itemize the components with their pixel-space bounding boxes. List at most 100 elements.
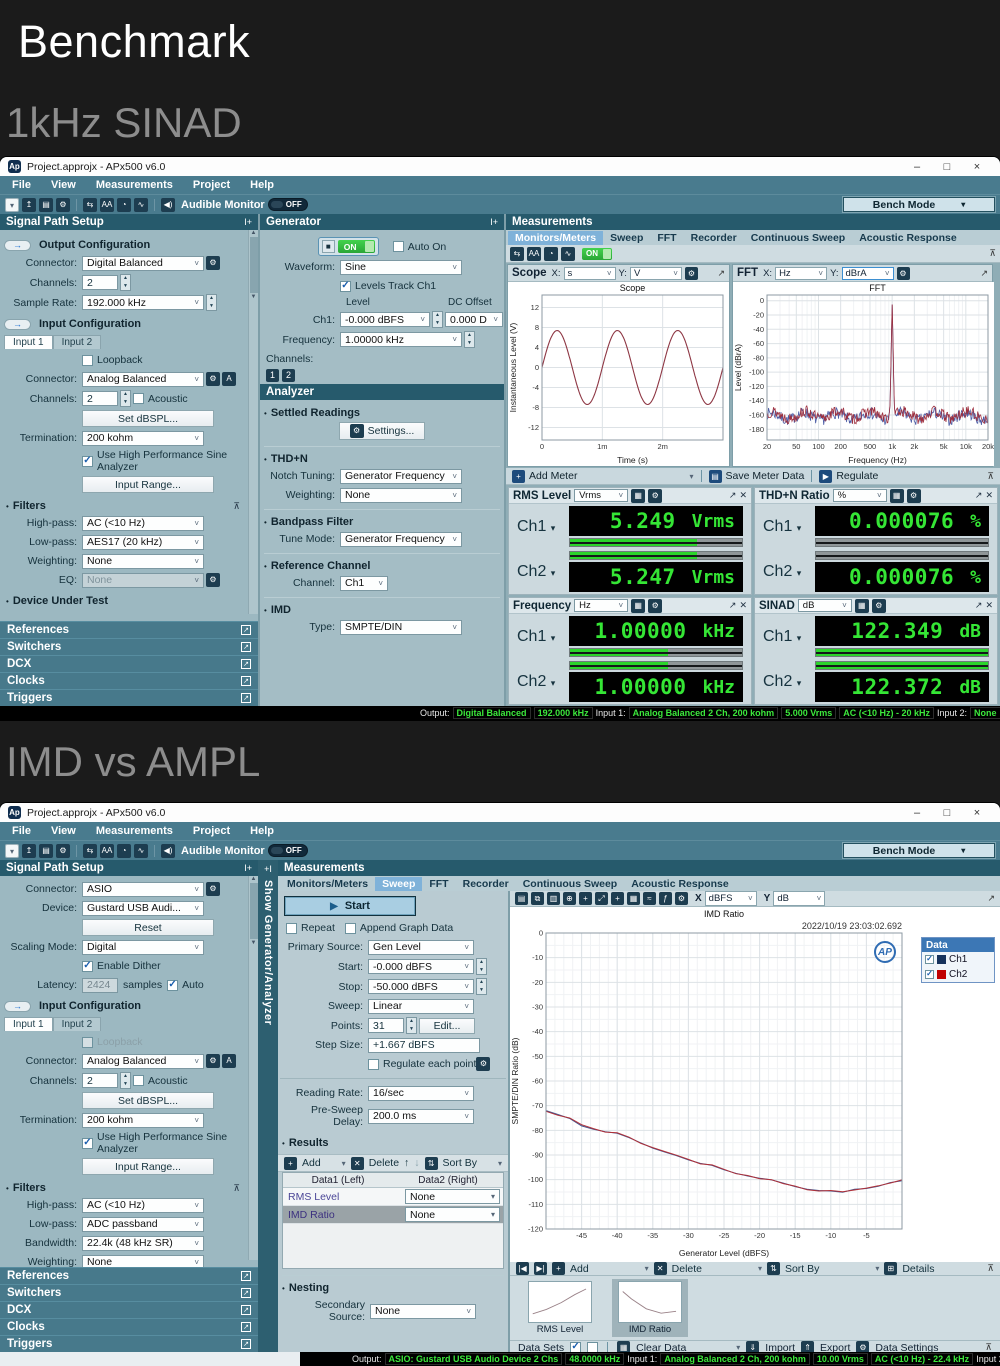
sidebar-section-bar[interactable]: Clocks↗ [0,1318,258,1335]
sidebar-section-bar[interactable]: Clocks↗ [0,672,258,689]
legend-item[interactable]: Ch1 [922,952,994,967]
checkbox-loopback[interactable]: Loopback [82,1036,143,1048]
delete-button[interactable]: Delete [369,1157,399,1169]
menu-item[interactable]: View [51,179,76,191]
meter-display-icon[interactable]: ▦ [631,599,645,613]
sidebar-section-bar[interactable]: DCX↗ [0,1301,258,1318]
pin-icon[interactable]: ⊼ [989,248,996,259]
sort-icon[interactable]: ⇅ [767,1262,780,1275]
edit-button[interactable]: Edit... [419,1018,475,1034]
save-meter-data-button[interactable]: Save Meter Data [726,470,805,482]
result-thumbnail-rms-level[interactable]: RMS Level [522,1279,598,1337]
vertical-scrollbar[interactable]: ▲▼ [248,876,258,1260]
meters-icon[interactable]: AA [527,247,541,261]
gear-icon[interactable]: ⚙ [648,489,662,503]
channels-input[interactable]: 2 [82,391,118,406]
checkbox-regulate-each-point[interactable]: Regulate each point [368,1058,476,1070]
input-tab-input-2[interactable]: Input 2 [53,335,102,349]
gear-icon[interactable]: ⚙ [897,267,910,280]
popout-icon[interactable]: ↗ [241,625,251,635]
measurement-tab[interactable]: Sweep [375,877,422,891]
pin-icon[interactable]: ⊼ [987,1263,994,1274]
sidebar-section-bar[interactable]: References↗ [0,1267,258,1284]
graph-y-unit-select[interactable]: dB˅ [773,891,825,906]
pin-icon[interactable]: Ӏ+ [244,863,252,873]
popout-icon[interactable]: ↗ [241,1322,251,1332]
gear-icon[interactable]: ⚙ [648,599,662,613]
legend-header[interactable]: Data [922,938,994,952]
channels-input[interactable]: 2 [82,275,118,290]
sidebar-section-bar[interactable]: Triggers↗ [0,689,258,706]
meters-icon[interactable]: AA [100,198,114,212]
nav-first-icon[interactable]: |◀ [516,1262,529,1275]
monitors-on-toggle[interactable]: ON [582,248,612,260]
eq-select[interactable]: None˅ [82,573,204,588]
spin-buttons[interactable]: ▲▼ [120,1072,131,1089]
bench-mode-button[interactable]: Bench Mode▾ [843,197,995,212]
checkbox-levels-track-ch1[interactable]: Levels Track Ch1 [340,280,436,292]
autoscale-icon[interactable]: + [611,892,624,905]
pin-icon[interactable]: Ӏ+ [490,217,498,227]
channel-selector[interactable]: Ch1 ▾ [763,518,809,536]
bench-mode-button[interactable]: Bench Mode▾ [843,843,995,858]
connector-select[interactable]: ASIO˅ [82,882,204,897]
save-icon[interactable]: ▤ [39,844,53,858]
maximize-button[interactable]: □ [932,807,962,819]
spin-buttons[interactable]: ▲▼ [120,390,131,407]
checkbox-use-high-performance-sine-analyzer[interactable]: Use High Performance Sine Analyzer [82,449,242,473]
frequency-select[interactable]: 1.00000 kHz˅ [340,332,462,347]
channel-select[interactable]: Ch1˅ [340,576,388,591]
zoom-icon[interactable]: ⊕ [563,892,576,905]
weighting-select[interactable]: None˅ [82,1255,204,1268]
sweep-select[interactable]: Linear˅ [368,999,474,1014]
popout-icon[interactable]: ↗ [241,1271,251,1281]
sidebar-section-bar[interactable]: Switchers↗ [0,638,258,655]
new-file-icon[interactable]: ▾ [5,198,19,212]
scaling-mode-select[interactable]: Digital˅ [82,940,204,955]
fft-y-unit-select[interactable]: dBrA˅ [842,267,894,280]
popout-icon[interactable]: ↗ [729,490,737,501]
checkbox-auto-on[interactable]: Auto On [393,241,447,253]
sidebar-section-bar[interactable]: Switchers↗ [0,1284,258,1301]
input-tab-input-1[interactable]: Input 1 [4,335,53,349]
minimize-button[interactable]: – [902,807,932,819]
popout-icon[interactable]: ↗ [717,268,725,279]
secondary-source-select[interactable]: None˅ [370,1304,476,1319]
close-icon[interactable]: ✕ [985,490,993,501]
checkbox-acoustic[interactable]: Acoustic [133,1075,188,1087]
popout-icon[interactable]: ↗ [241,1288,251,1298]
primary-source-select[interactable]: Gen Level˅ [368,940,474,955]
scrollbar-thumb[interactable] [250,883,258,939]
termination-select[interactable]: 200 kohm˅ [82,431,204,446]
step-size-input[interactable]: +1.667 dBFS [368,1038,480,1053]
popout-icon[interactable]: ↗ [975,490,983,501]
menu-item[interactable]: View [51,825,76,837]
result-thumbnail-imd-ratio[interactable]: IMD Ratio [612,1279,688,1337]
speaker-icon[interactable]: ◀) [161,844,175,858]
pin-icon[interactable]: ⊼ [987,471,994,482]
gear-icon[interactable]: ⚙ [675,892,688,905]
popout-icon[interactable]: ↗ [987,893,995,904]
sample-rate-select[interactable]: 192.000 kHz˅ [82,295,204,310]
checkbox-use-high-performance-sine-analyzer[interactable]: Use High Performance Sine Analyzer [82,1131,242,1155]
settings-icon[interactable]: ⚙ [56,844,70,858]
gear-icon[interactable]: ⚙ [206,882,220,896]
sidebar-section-bar[interactable]: DCX↗ [0,655,258,672]
meter-display-icon[interactable]: ▦ [631,489,645,503]
pan-icon[interactable]: + [579,892,592,905]
waveform-select[interactable]: Sine˅ [340,260,462,275]
channel-button-1[interactable]: 1 [266,369,279,382]
analyzer-setup-icon[interactable]: A [222,1054,236,1068]
weighting-select[interactable]: None˅ [82,554,204,569]
channels-input[interactable]: 2 [82,1073,118,1088]
popout-icon[interactable]: ↗ [241,693,251,703]
measurement-tab[interactable]: FFT [422,877,455,891]
latency-input[interactable]: 2424 [82,978,118,993]
settings-icon[interactable]: ⚙ [56,198,70,212]
meter-display-icon[interactable]: ▦ [890,489,904,503]
open-icon[interactable]: ↥ [22,198,36,212]
save-icon[interactable]: ▤ [39,198,53,212]
waveform-icon[interactable]: ∿ [134,198,148,212]
scrollbar-thumb[interactable] [250,237,258,293]
measurement-tab[interactable]: Continuous Sweep [516,877,625,891]
